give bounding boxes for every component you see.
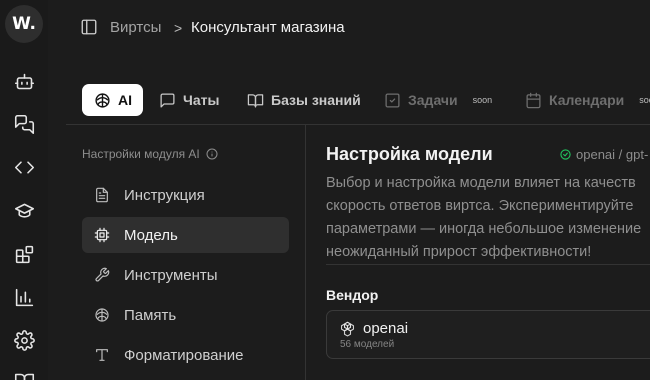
vendor-models-count: 56 моделей xyxy=(340,339,395,350)
breadcrumb-root[interactable]: Виртсы xyxy=(110,18,161,38)
chat-icon[interactable] xyxy=(12,112,36,136)
cpu-icon xyxy=(94,227,110,243)
message-square-icon xyxy=(160,92,175,108)
description-line: Выбор и настройка модели влияет на качес… xyxy=(326,175,636,191)
left-rail: W. xyxy=(0,0,48,380)
description-line: параметрами — иногда небольшое изменение xyxy=(326,221,642,237)
module-tabs: AI Чаты Базы знаний Задачи soon Календар… xyxy=(82,84,650,116)
tab-label: AI xyxy=(118,92,132,108)
soon-badge: soon xyxy=(639,95,650,105)
tab-calendars: Календари soon xyxy=(525,84,650,116)
settings-nav-title-text: Настройки модуля AI xyxy=(82,147,200,161)
app-logo[interactable]: W. xyxy=(5,5,43,43)
tab-tasks: Задачи soon xyxy=(384,84,492,116)
current-model-text: openai / gpt- xyxy=(576,147,649,162)
wrench-icon xyxy=(95,267,110,282)
tab-label: Базы знаний xyxy=(271,92,361,108)
sidebar-toggle-icon[interactable] xyxy=(80,18,98,36)
book-open-icon xyxy=(247,93,264,108)
tab-label: Календари xyxy=(549,92,625,108)
tab-label: Задачи xyxy=(408,92,458,108)
settings-nav-item-instruction[interactable]: Инструкция xyxy=(82,177,289,213)
brain-icon xyxy=(95,308,109,322)
calendar-icon xyxy=(526,92,541,108)
info-icon[interactable] xyxy=(206,148,218,160)
gear-icon[interactable] xyxy=(12,328,36,352)
top-bar: Виртсы > Консультант магазина xyxy=(48,0,650,56)
vendor-select[interactable]: openai 56 моделей xyxy=(326,310,650,359)
vendor-label: Вендор xyxy=(326,287,379,303)
check-circle-icon xyxy=(560,149,571,160)
tab-chats[interactable]: Чаты xyxy=(159,84,219,116)
settings-nav-item-model[interactable]: Модель xyxy=(82,217,289,253)
tab-knowledge-bases[interactable]: Базы знаний xyxy=(247,84,361,116)
settings-nav-item-label: Модель xyxy=(124,226,178,244)
bot-icon[interactable] xyxy=(12,69,36,93)
settings-nav-item-formatting[interactable]: Форматирование xyxy=(82,337,289,373)
tab-label: Чаты xyxy=(183,92,220,108)
settings-nav-item-label: Инструменты xyxy=(124,266,218,284)
book-icon[interactable] xyxy=(12,369,36,380)
breadcrumb-current: Консультант магазина xyxy=(191,19,345,36)
graduation-cap-icon[interactable] xyxy=(12,198,36,222)
bar-chart-icon[interactable] xyxy=(12,285,36,309)
type-icon xyxy=(96,349,108,361)
description-line: скорость ответов виртса. Экспериментируй… xyxy=(326,198,634,214)
settings-nav-title: Настройки модуля AI xyxy=(82,147,218,161)
checkbox-icon xyxy=(385,92,400,108)
settings-nav-item-label: Форматирование xyxy=(124,346,244,364)
settings-nav-item-memory[interactable]: Память xyxy=(82,297,289,333)
description-line: неожиданный прирост эффективности! xyxy=(326,244,592,260)
openai-icon xyxy=(339,320,356,337)
column-divider xyxy=(305,125,306,380)
settings-nav-item-label: Инструкция xyxy=(124,186,205,204)
section-divider xyxy=(326,264,650,265)
breadcrumb-separator: > xyxy=(174,20,183,36)
code-icon[interactable] xyxy=(12,155,36,179)
blocks-icon[interactable] xyxy=(12,242,36,266)
tab-ai[interactable]: AI xyxy=(82,84,143,116)
vendor-name: openai xyxy=(363,320,409,337)
settings-nav-item-tools[interactable]: Инструменты xyxy=(82,257,289,293)
tabs-divider xyxy=(66,124,650,125)
brain-icon xyxy=(95,92,110,108)
soon-badge: soon xyxy=(472,95,493,105)
model-description: Выбор и настройка модели влияет на качес… xyxy=(326,172,650,264)
settings-nav-item-label: Память xyxy=(124,306,177,324)
current-model-badge: openai / gpt- xyxy=(560,147,648,162)
page-title: Настройка модели xyxy=(326,144,493,164)
document-icon xyxy=(96,187,108,203)
